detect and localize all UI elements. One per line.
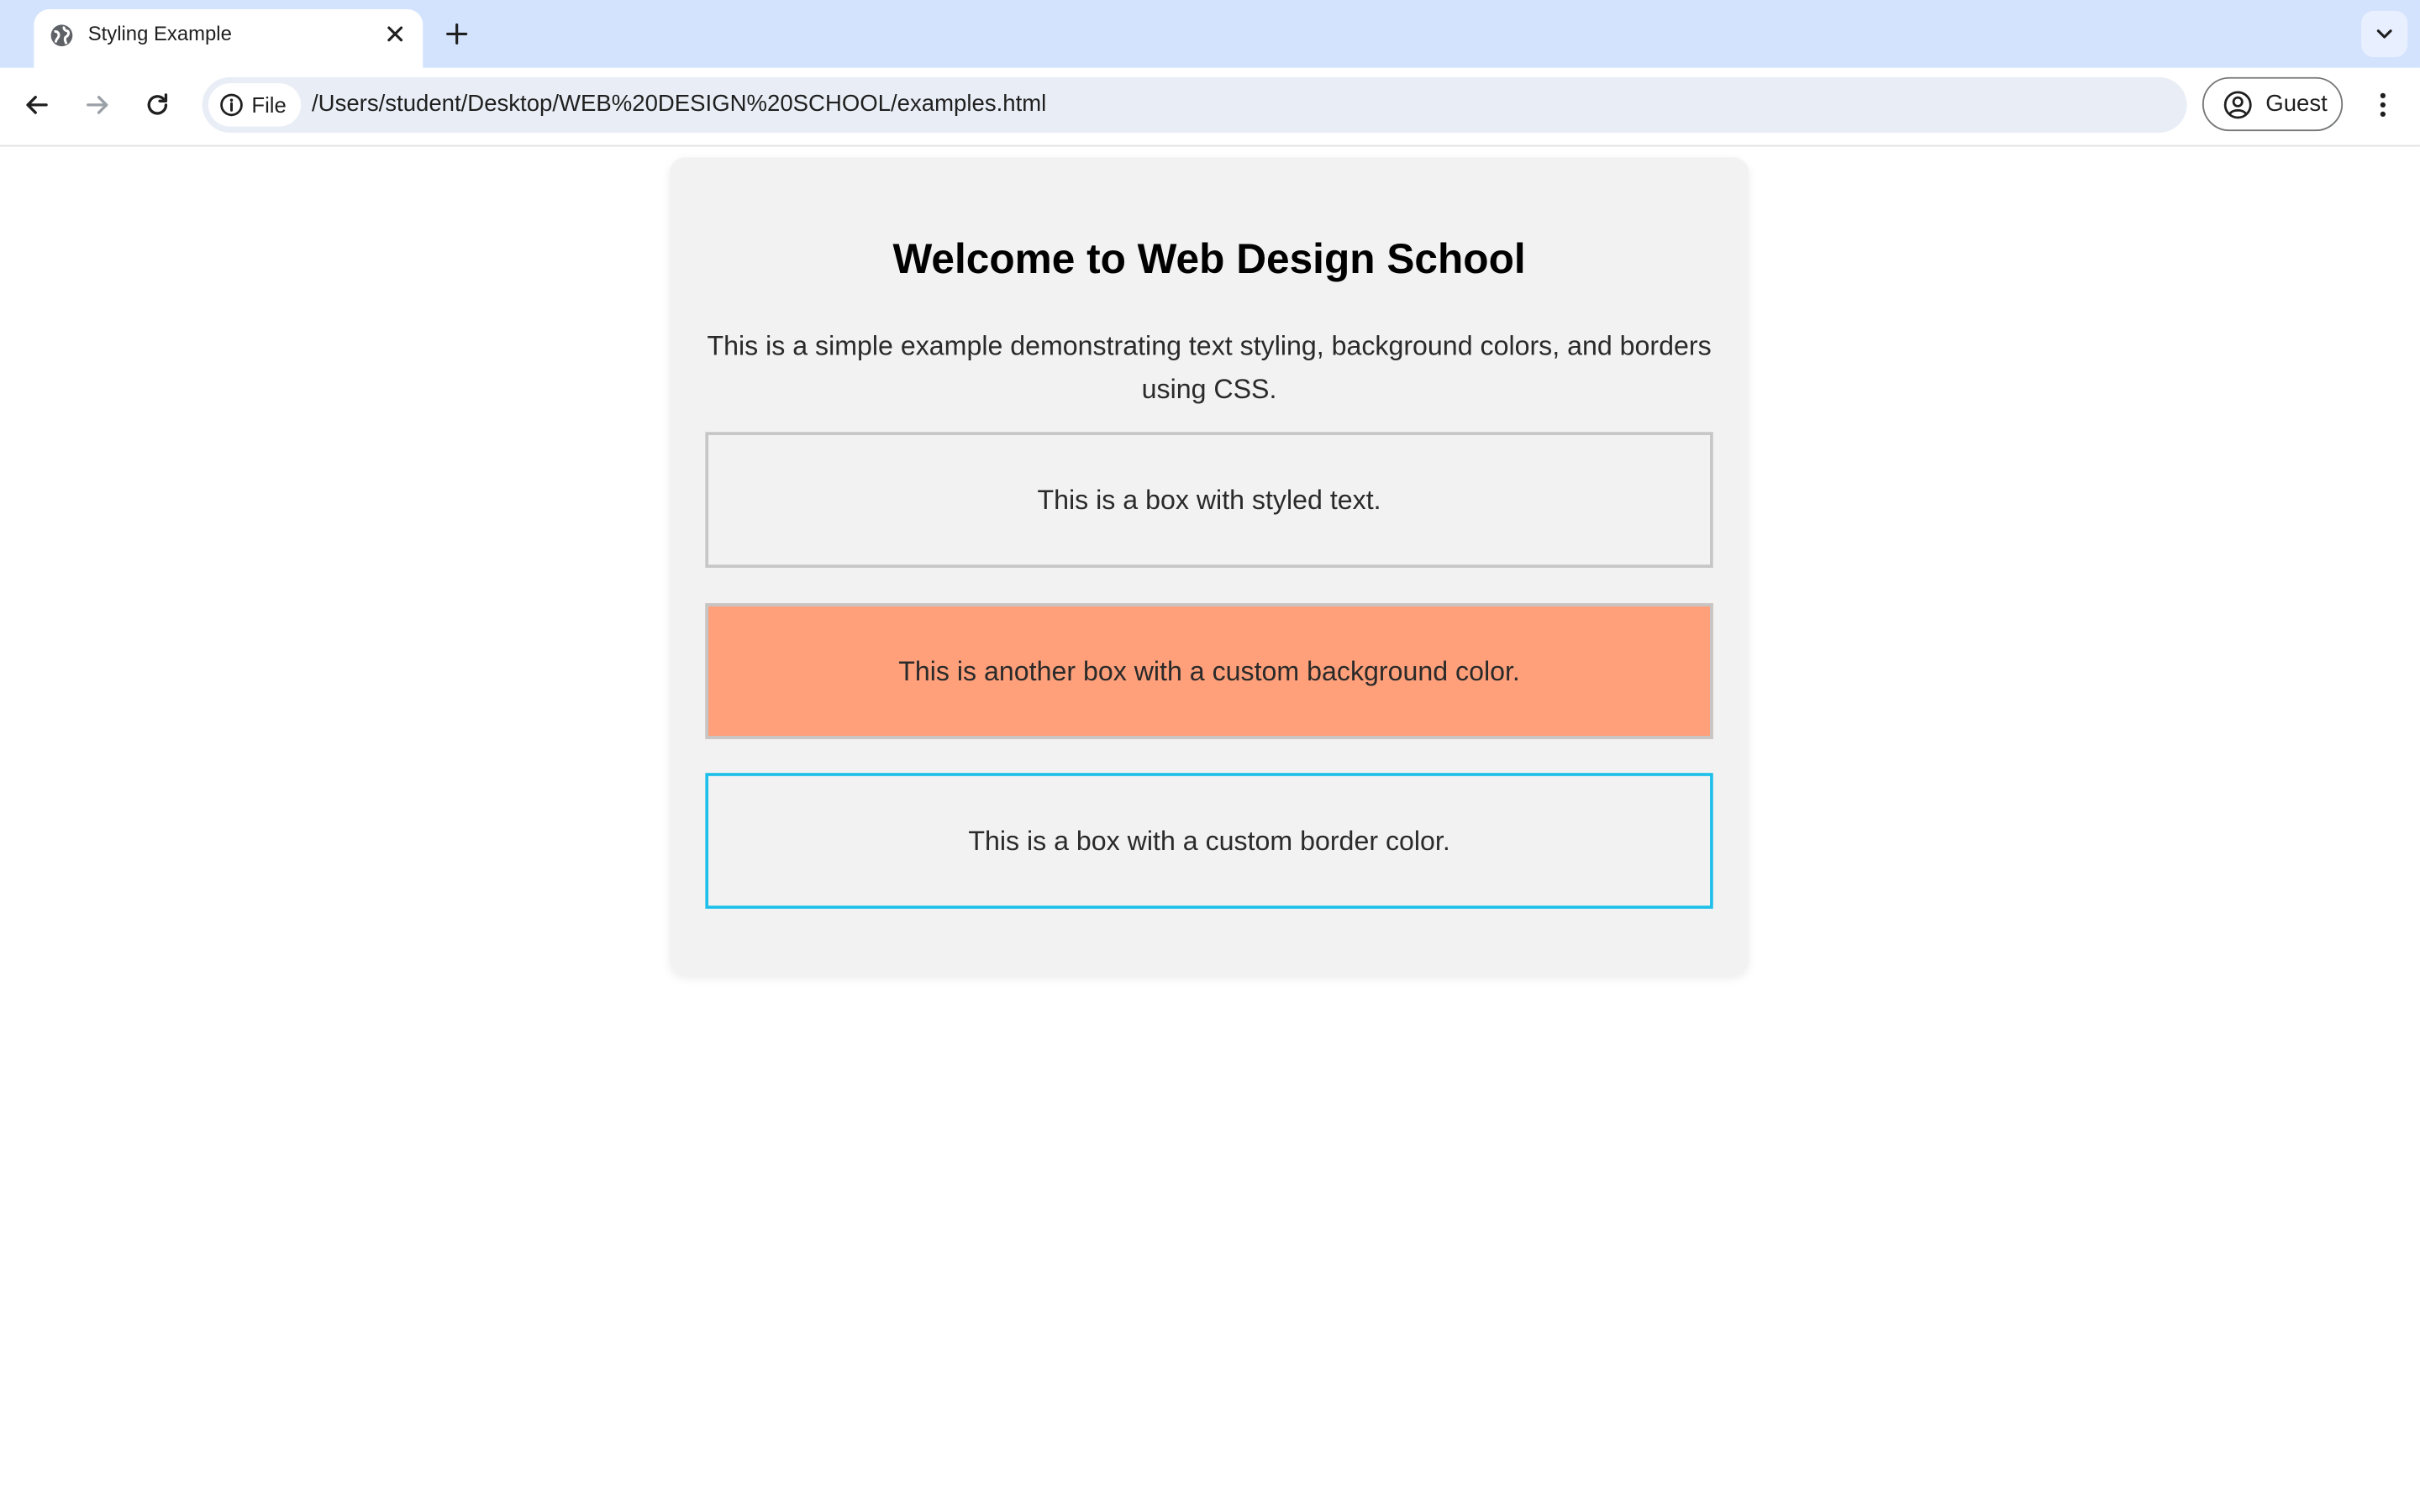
- info-icon: [220, 93, 243, 117]
- url-text[interactable]: /Users/student/Desktop/WEB%20DESIGN%20SC…: [312, 91, 1046, 118]
- account-circle-icon: [2223, 90, 2252, 118]
- site-chip-label: File: [251, 92, 287, 118]
- page-title: Welcome to Web Design School: [892, 236, 1526, 283]
- box-text: This is another box with a custom backgr…: [898, 654, 1520, 686]
- page-content: Welcome to Web Design School This is a s…: [0, 146, 2420, 1512]
- profile-label: Guest: [2265, 91, 2328, 118]
- custom-border-box: This is a box with a custom border color…: [705, 773, 1713, 909]
- forward-arrow-icon[interactable]: [82, 90, 113, 121]
- address-bar[interactable]: File /Users/student/Desktop/WEB%20DESIGN…: [202, 76, 2187, 133]
- intro-paragraph: This is a simple example demonstrating t…: [707, 330, 1712, 404]
- styled-text-box: This is a box with styled text.: [705, 432, 1713, 568]
- tab-styling-example[interactable]: Styling Example: [34, 9, 424, 68]
- new-tab-plus-icon[interactable]: [441, 18, 472, 50]
- site-info-chip[interactable]: File: [208, 83, 301, 127]
- reload-icon[interactable]: [142, 90, 173, 121]
- browser-window: Styling Example File /Users/student/Desk…: [0, 0, 2420, 1512]
- box-text: This is a box with a custom border color…: [968, 824, 1450, 856]
- content-card: Welcome to Web Design School This is a s…: [670, 157, 1749, 975]
- globe-icon: [50, 24, 73, 47]
- browser-toolbar: File /Users/student/Desktop/WEB%20DESIGN…: [0, 67, 2420, 147]
- tab-search-button[interactable]: [2361, 10, 2408, 57]
- more-vert-icon[interactable]: [2367, 90, 2398, 121]
- box-text: This is a box with styled text.: [1037, 483, 1381, 515]
- back-arrow-icon[interactable]: [22, 90, 53, 121]
- close-icon[interactable]: [383, 22, 408, 46]
- profile-button[interactable]: Guest: [2202, 76, 2344, 132]
- tab-strip: Styling Example: [0, 0, 2420, 68]
- custom-background-box: This is another box with a custom backgr…: [705, 603, 1713, 739]
- tab-title: Styling Example: [87, 21, 232, 45]
- chevron-down-icon: [2376, 29, 2392, 39]
